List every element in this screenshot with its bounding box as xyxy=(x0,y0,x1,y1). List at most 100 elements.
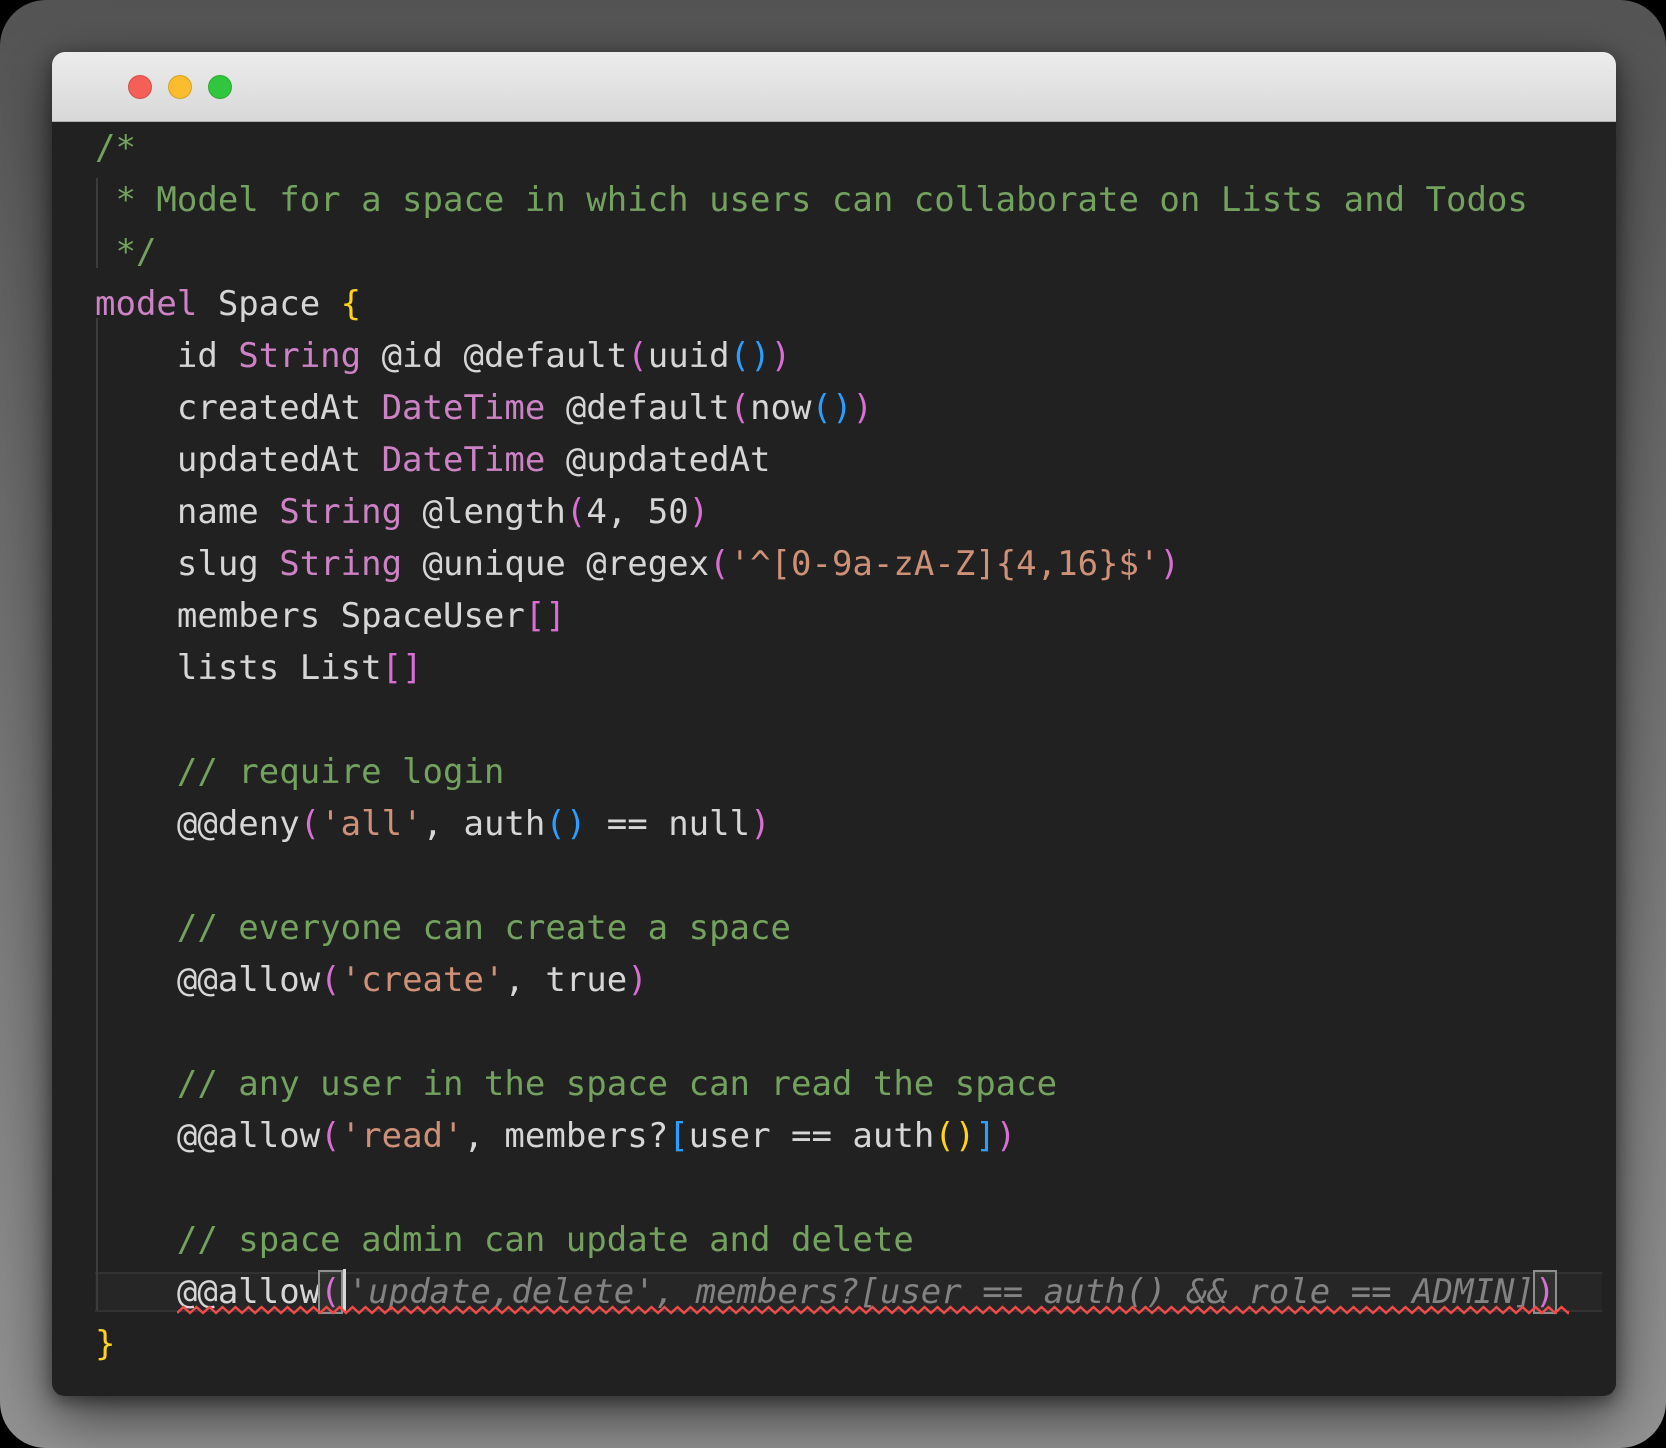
code-line: * Model for a space in which users can c… xyxy=(95,174,1616,226)
code-token: updatedAt xyxy=(95,440,382,480)
code-token: ) xyxy=(1159,544,1180,584)
code-token: , auth xyxy=(422,804,546,844)
code-token: lists List xyxy=(95,648,382,688)
code-line: // everyone can create a space xyxy=(95,902,1616,954)
editor-content: /* * Model for a space in which users ca… xyxy=(95,122,1616,1370)
window-titlebar[interactable] xyxy=(52,52,1616,122)
code-token: ( xyxy=(565,492,587,532)
code-token: () xyxy=(545,804,587,844)
code-token: ( xyxy=(320,960,341,1000)
code-token: [ xyxy=(668,1116,689,1156)
code-token: @@allow xyxy=(95,1116,321,1156)
code-token: ( xyxy=(709,544,730,584)
maximize-button[interactable] xyxy=(208,74,232,99)
close-button[interactable] xyxy=(128,74,152,99)
code-token: id xyxy=(95,336,239,376)
code-token: [] xyxy=(524,596,566,636)
code-token: user == auth xyxy=(688,1116,935,1156)
code-token: DateTime xyxy=(381,440,546,480)
code-token: @@deny xyxy=(95,804,300,844)
code-token: () xyxy=(934,1116,976,1156)
code-token: } xyxy=(95,1324,116,1364)
code-token: ( xyxy=(320,1116,341,1156)
code-line: @@allow('create', true) xyxy=(95,954,1616,1006)
code-editor[interactable]: /* * Model for a space in which users ca… xyxy=(52,122,1616,1395)
code-token: , true xyxy=(504,960,628,1000)
code-token: ( xyxy=(627,336,648,376)
code-line: lists List[] xyxy=(95,642,1616,694)
desktop-background: /* * Model for a space in which users ca… xyxy=(0,0,1666,1448)
code-line: // require login xyxy=(95,746,1616,798)
code-editor-window: /* * Model for a space in which users ca… xyxy=(52,52,1616,1396)
code-token: @id @default xyxy=(361,336,628,376)
minimize-button[interactable] xyxy=(168,74,192,99)
code-token: @@allow xyxy=(95,960,321,1000)
code-token: '^[0-9a-zA-Z]{4,16}$' xyxy=(729,544,1160,584)
code-token: @updatedAt xyxy=(545,440,771,480)
code-line: createdAt DateTime @default(now()) xyxy=(95,382,1616,434)
code-token: == null xyxy=(586,804,751,844)
code-token: 'create' xyxy=(340,960,505,1000)
code-token: @default xyxy=(545,388,730,428)
code-token: slug xyxy=(95,544,280,584)
code-line: /* xyxy=(95,122,1616,174)
code-token: [] xyxy=(381,648,423,688)
code-line: @@allow('read', members?[user == auth()]… xyxy=(95,1110,1616,1162)
code-token: ] xyxy=(975,1116,996,1156)
code-line: // space admin can update and delete xyxy=(95,1214,1616,1266)
code-token: * Model for a space in which users can c… xyxy=(95,180,1528,220)
code-token: // space admin can update and delete xyxy=(95,1220,914,1260)
code-token: Space xyxy=(197,284,341,324)
code-token: 4, 50 xyxy=(586,492,689,532)
code-token: model xyxy=(95,284,198,324)
code-token: // any user in the space can read the sp… xyxy=(95,1064,1058,1104)
text-cursor xyxy=(342,1269,346,1311)
code-token: createdAt xyxy=(95,388,382,428)
code-line: model Space { xyxy=(95,278,1616,330)
code-token: { xyxy=(340,284,362,324)
code-token: uuid xyxy=(647,336,730,376)
code-line: updatedAt DateTime @updatedAt xyxy=(95,434,1616,486)
code-token: ( xyxy=(299,804,321,844)
code-token: 'read' xyxy=(340,1116,464,1156)
traffic-lights xyxy=(128,74,232,99)
code-token: 'all' xyxy=(320,804,423,844)
code-token: @unique @regex xyxy=(402,544,710,584)
code-token: @@allow xyxy=(95,1272,321,1312)
code-token: // everyone can create a space xyxy=(95,908,791,948)
inline-suggestion-ghost-text: 'update,delete', members?[user == auth()… xyxy=(347,1272,1535,1312)
code-token: String xyxy=(279,492,403,532)
code-token: ) xyxy=(627,960,648,1000)
code-token: ( xyxy=(729,388,751,428)
code-line: members SpaceUser[] xyxy=(95,590,1616,642)
code-token: ) xyxy=(770,336,792,376)
code-token: /* xyxy=(95,128,136,168)
code-line: @@deny('all', auth() == null) xyxy=(95,798,1616,850)
code-token: , members? xyxy=(463,1116,669,1156)
code-token: */ xyxy=(95,232,157,272)
code-token: ) xyxy=(688,492,710,532)
code-token: ) xyxy=(852,388,873,428)
code-token: @length xyxy=(402,492,566,532)
code-line: @@allow('update,delete', members?[user =… xyxy=(95,1266,1616,1318)
code-line: name String @length(4, 50) xyxy=(95,486,1616,538)
code-token: () xyxy=(811,388,853,428)
code-token: ) xyxy=(1532,1270,1558,1314)
code-token: ( xyxy=(318,1270,343,1314)
code-token: members SpaceUser xyxy=(95,596,525,636)
code-line: slug String @unique @regex('^[0-9a-zA-Z]… xyxy=(95,538,1616,590)
code-token: now xyxy=(750,388,812,428)
code-token: ) xyxy=(995,1116,1017,1156)
code-line: */ xyxy=(95,226,1616,278)
code-token: name xyxy=(95,492,280,532)
code-line: id String @id @default(uuid()) xyxy=(95,330,1616,382)
code-token: ) xyxy=(750,804,771,844)
code-token: String xyxy=(238,336,362,376)
code-line: // any user in the space can read the sp… xyxy=(95,1058,1616,1110)
code-token: DateTime xyxy=(381,388,546,428)
code-token: String xyxy=(279,544,403,584)
